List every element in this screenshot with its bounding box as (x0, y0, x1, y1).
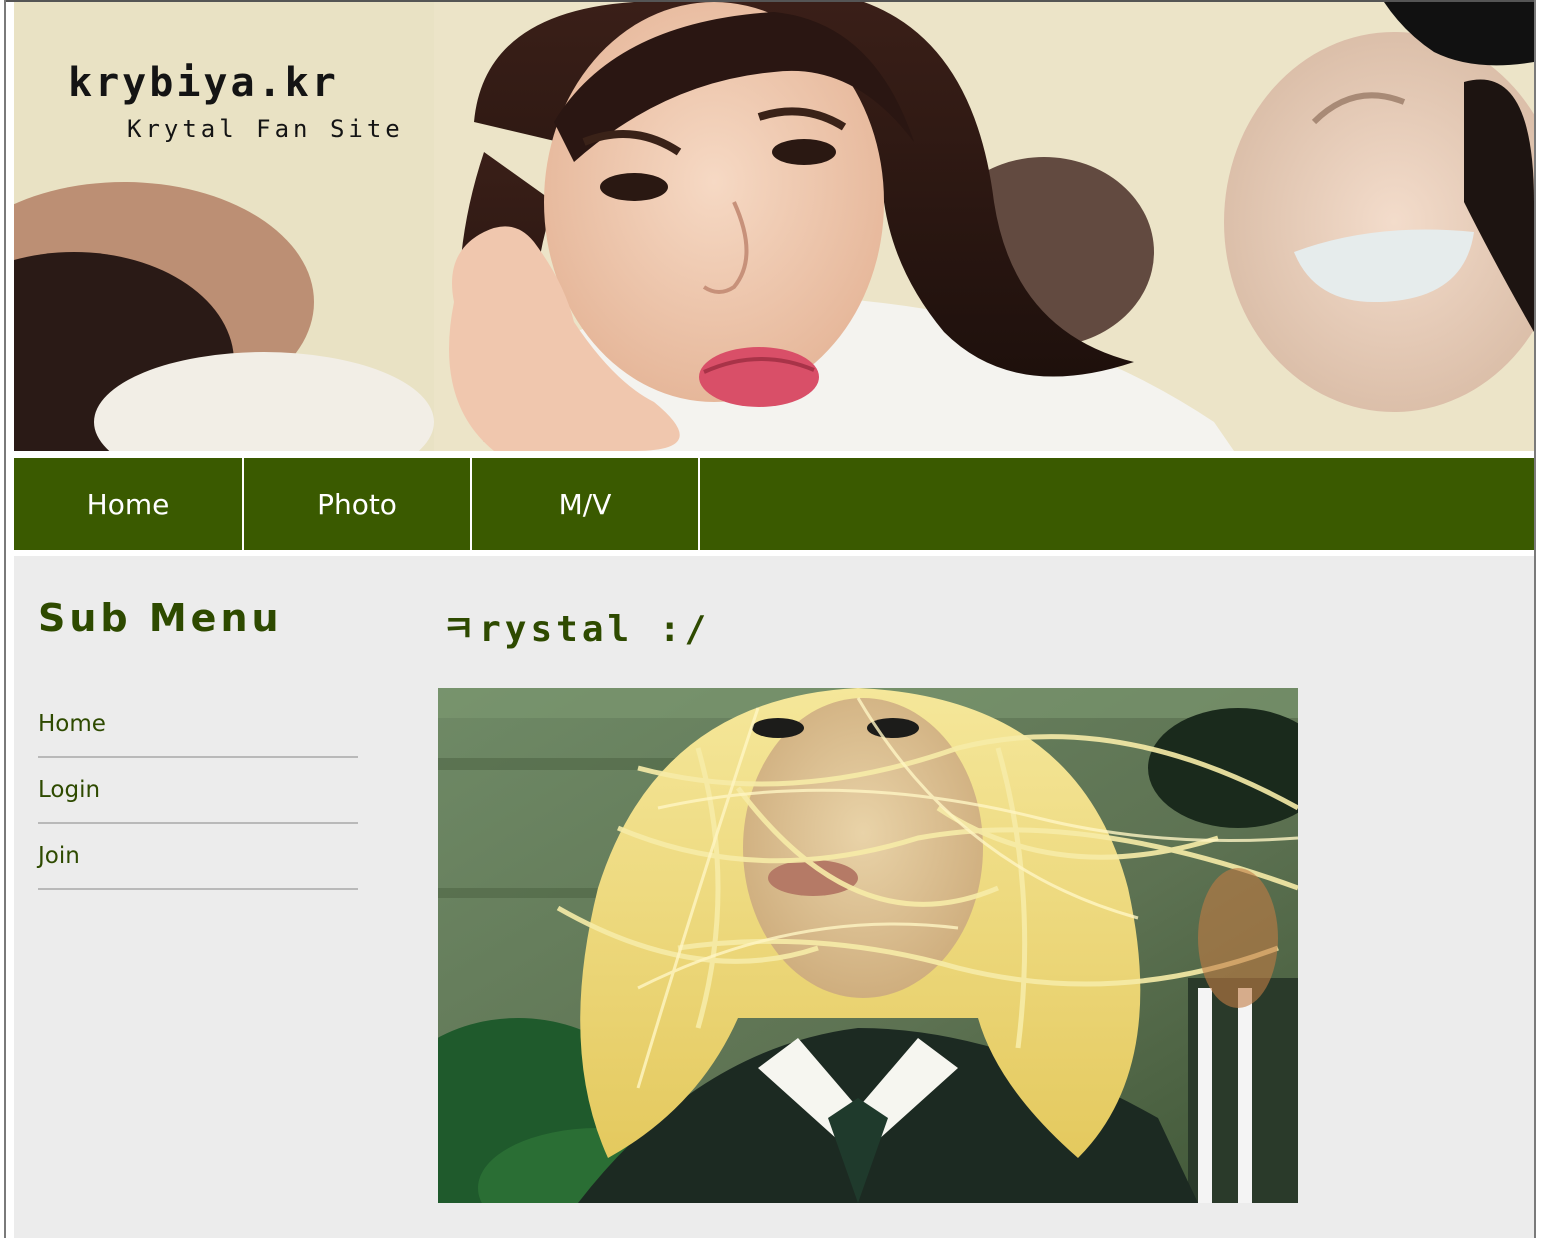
site-title[interactable]: krybiya.kr (68, 60, 339, 106)
post-title: ㅋrystal :/ (442, 609, 711, 650)
sub-menu-item-home: Home (38, 692, 358, 758)
sub-menu-title: Sub Menu (38, 596, 283, 640)
header-banner: krybiya.kr Krytal Fan Site (14, 2, 1534, 451)
sub-menu: Home Login Join (38, 692, 358, 890)
sub-menu-link-home[interactable]: Home (38, 711, 106, 737)
sub-menu-link-join[interactable]: Join (38, 843, 80, 869)
nav-item-mv[interactable]: M/V (472, 458, 700, 550)
main-nav: Home Photo M/V (14, 458, 1534, 550)
post-photo-illustration (438, 688, 1298, 1203)
content-area: Sub Menu Home Login Join ㅋrystal :/ (14, 556, 1534, 1238)
site-subtitle: Krytal Fan Site (127, 115, 404, 143)
nav-item-home[interactable]: Home (14, 458, 244, 550)
page: krybiya.kr Krytal Fan Site Home Photo M/… (0, 0, 1548, 1238)
sub-menu-item-login: Login (38, 758, 358, 824)
window-border-left (4, 0, 6, 1238)
nav-item-photo[interactable]: Photo (244, 458, 472, 550)
sub-menu-item-join: Join (38, 824, 358, 890)
sub-menu-link-login[interactable]: Login (38, 777, 100, 803)
window-border-right (1534, 0, 1536, 1238)
post-photo (438, 688, 1298, 1203)
